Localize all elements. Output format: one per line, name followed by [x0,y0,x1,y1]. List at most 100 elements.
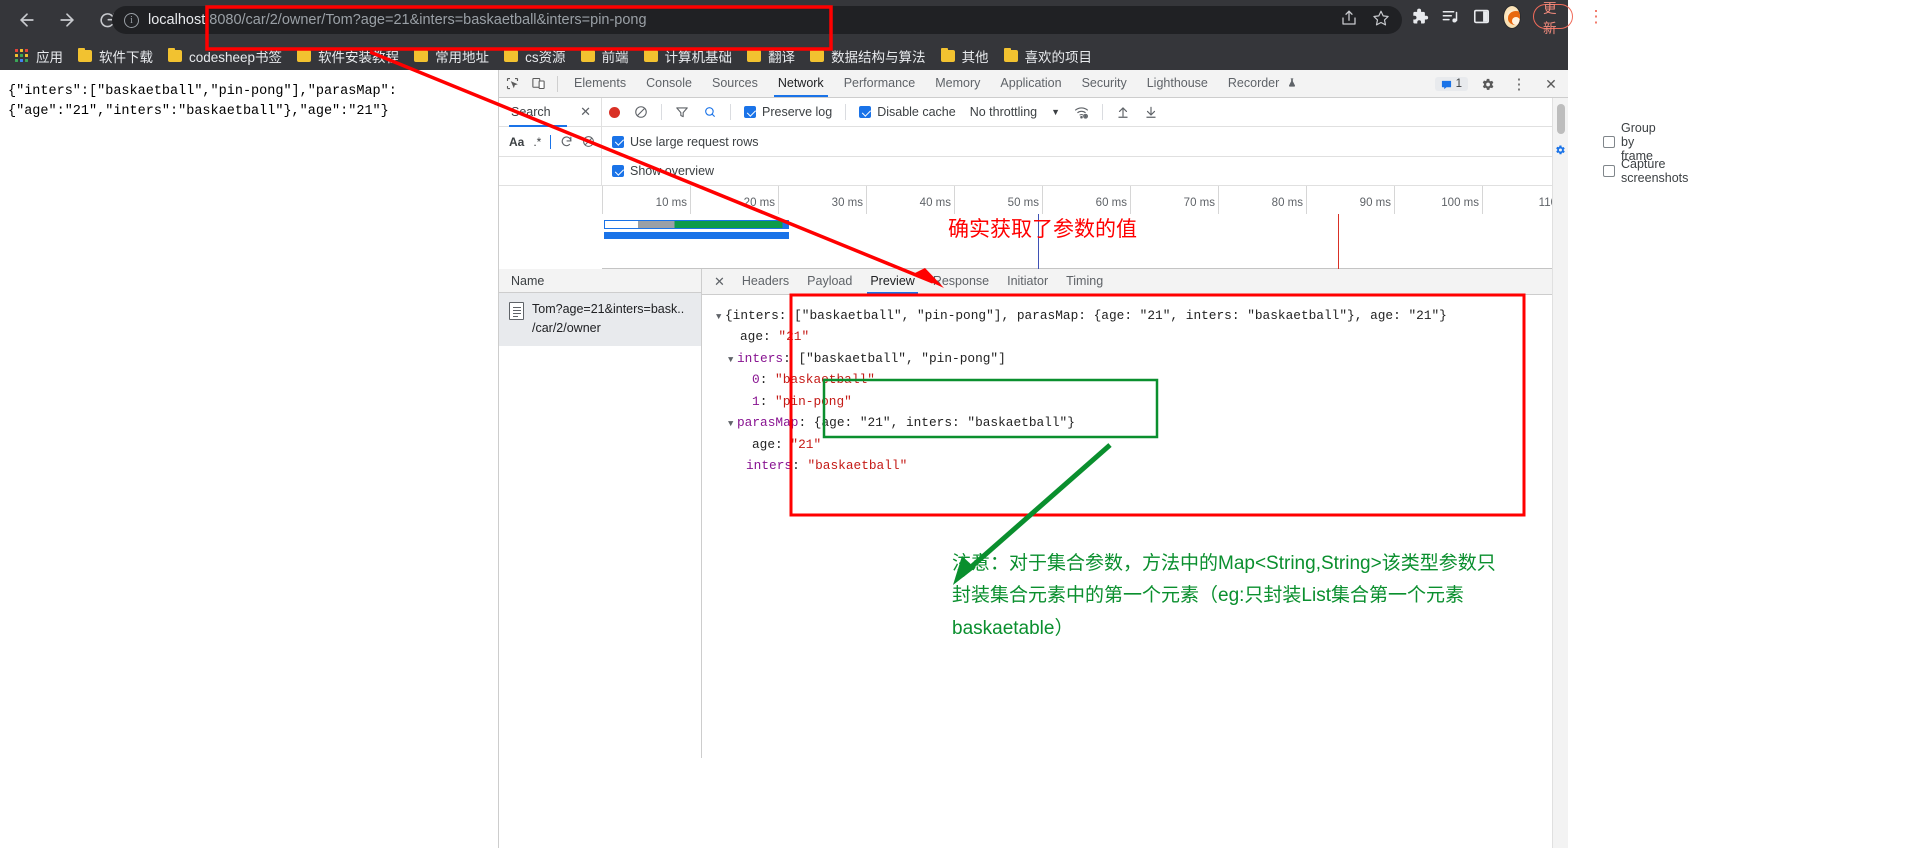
device-toolbar-icon[interactable] [525,71,551,97]
request-column-header[interactable]: Name [499,269,701,293]
expand-caret-icon[interactable]: ▼ [728,353,737,368]
expand-caret-icon[interactable]: ▼ [728,417,737,432]
tab-initiator[interactable]: Initiator [998,269,1057,294]
tab-timing[interactable]: Timing [1057,269,1112,294]
tab-application[interactable]: Application [990,70,1071,97]
search-toggle-button[interactable] [696,98,724,127]
tick-label: 40 ms [919,197,951,209]
tab-lighthouse[interactable]: Lighthouse [1137,70,1218,97]
regex-icon[interactable]: .* [533,135,541,149]
export-har-button[interactable] [1137,98,1165,127]
throttling-select[interactable]: No throttling ▼ [963,98,1067,127]
tab-security[interactable]: Security [1072,70,1137,97]
forward-button[interactable] [50,3,84,37]
bookmark-item[interactable]: 前端 [576,44,634,68]
beaker-icon [1287,76,1297,90]
table-row[interactable]: Tom?age=21&inters=bask.. /car/2/owner [499,293,701,346]
folder-icon [747,47,762,62]
search-input[interactable] [499,156,602,186]
tab-response[interactable]: Response [924,269,998,294]
green-note-line3: baskaetable） [952,617,1074,639]
bookmark-star-icon[interactable] [1372,9,1390,27]
request-path: /car/2/owner [532,321,601,336]
capture-screenshots-label: Capture screenshots [1621,157,1689,185]
request-detail: ✕ Headers Payload Preview Response Initi… [702,269,1568,758]
tab-sources[interactable]: Sources [702,70,768,97]
update-label: 更新 [1542,0,1557,36]
network-conditions-button[interactable] [1067,98,1096,127]
annotation-red-note: 确实获取了参数的值 [948,218,1137,241]
gear-icon[interactable] [1474,71,1500,97]
tick-label: 10 ms [655,197,687,209]
tab-performance[interactable]: Performance [834,70,926,97]
address-bar[interactable]: i localhost:8080/car/2/owner/Tom?age=21&… [112,6,1402,34]
bookmark-item[interactable]: cs资源 [499,44,571,68]
tab-payload[interactable]: Payload [798,269,861,294]
show-overview-checkbox[interactable]: Show overview [602,157,721,186]
bookmark-item[interactable]: 软件下载 [73,44,158,68]
preview-json-tree: ▼ {inters: ["baskaetball", "pin-pong"], p… [702,295,1568,477]
browser-menu-icon[interactable]: ⋮ [1588,8,1605,25]
bookmark-apps[interactable]: 应用 [10,44,68,68]
inspect-element-icon[interactable] [499,71,525,97]
filter-button[interactable] [668,98,696,127]
back-button[interactable] [10,3,44,37]
bookmark-item[interactable]: 其他 [936,44,994,68]
share-icon[interactable] [1340,9,1358,27]
group-by-frame-checkbox[interactable]: Group by frame [1596,121,1663,163]
tab-console[interactable]: Console [636,70,702,97]
record-button[interactable] [602,98,627,127]
tab-recorder[interactable]: Recorder [1218,70,1307,97]
site-info-icon[interactable]: i [124,12,139,28]
import-har-button[interactable] [1109,98,1137,127]
bookmark-item[interactable]: 喜欢的项目 [999,44,1098,68]
tab-preview[interactable]: Preview [861,269,923,294]
detail-close-icon[interactable]: ✕ [710,274,733,290]
apps-grid-icon [15,49,29,63]
page-response-body: {"inters":["baskaetball","pin-pong"],"pa… [0,70,498,121]
side-panel-icon[interactable] [1472,7,1491,26]
bookmark-item[interactable]: 计算机基础 [639,44,738,68]
tab-elements[interactable]: Elements [564,70,636,97]
bookmark-item[interactable]: 翻译 [742,44,800,68]
search-clear-icon[interactable] [582,135,595,148]
bookmark-item[interactable]: 软件安装教程 [292,44,404,68]
extensions-puzzle-icon[interactable] [1410,7,1429,26]
bookmark-item[interactable]: 常用地址 [409,44,494,68]
tick-label: 20 ms [743,197,775,209]
json-line[interactable]: ▼ inters: ["baskaetball", "pin-pong"] [716,348,1568,369]
preserve-log-checkbox[interactable]: Preserve log [737,98,839,127]
json-key: age [740,329,764,345]
search-sidebar-header[interactable]: Search ✕ [499,97,602,127]
sidebar-gear-icon[interactable] [1554,144,1566,156]
tab-memory[interactable]: Memory [925,70,990,97]
search-refresh-icon[interactable] [560,135,573,148]
reading-list-icon[interactable] [1441,7,1460,26]
url-text: localhost:8080/car/2/owner/Tom?age=21&in… [148,12,647,28]
green-note-line2: 封装集合元素中的第一个元素（eg:只封装List集合第一个元素 [952,585,1464,607]
avatar[interactable] [1503,4,1521,29]
expand-caret-icon[interactable]: ▼ [716,310,725,325]
tab-headers[interactable]: Headers [733,269,798,294]
match-case-icon[interactable]: Aa [509,135,524,149]
devtools-more-icon[interactable]: ⋮ [1506,71,1532,97]
disable-cache-checkbox[interactable]: Disable cache [852,98,963,127]
console-message-badge[interactable]: 1 [1434,77,1468,91]
update-button[interactable]: 更新 [1532,1,1573,36]
request-name-line1: Tom?age=21&inters=bask.. [532,302,685,316]
divider [845,104,847,120]
capture-screenshots-checkbox[interactable]: Capture screenshots [1596,157,1695,186]
network-toolbar-row1: Search ✕ Preserve log Disable cache No t… [499,97,1568,127]
message-count: 1 [1455,78,1462,90]
bookmark-item[interactable]: codesheep书签 [163,44,287,68]
json-root-line[interactable]: ▼ {inters: ["baskaetball", "pin-pong"], p… [716,305,1568,326]
divider [730,104,731,120]
tab-network[interactable]: Network [768,70,834,97]
search-close-icon[interactable]: ✕ [580,104,591,120]
bookmark-item[interactable]: 数据结构与算法 [805,44,931,68]
use-large-rows-checkbox[interactable]: Use large request rows [602,127,766,156]
clear-button[interactable] [627,98,655,127]
close-icon[interactable]: ✕ [1538,71,1564,97]
json-line[interactable]: ▼ parasMap: {age: "21", inters: "baskaetb… [716,412,1568,433]
scrollbar-thumb[interactable] [1556,104,1565,134]
